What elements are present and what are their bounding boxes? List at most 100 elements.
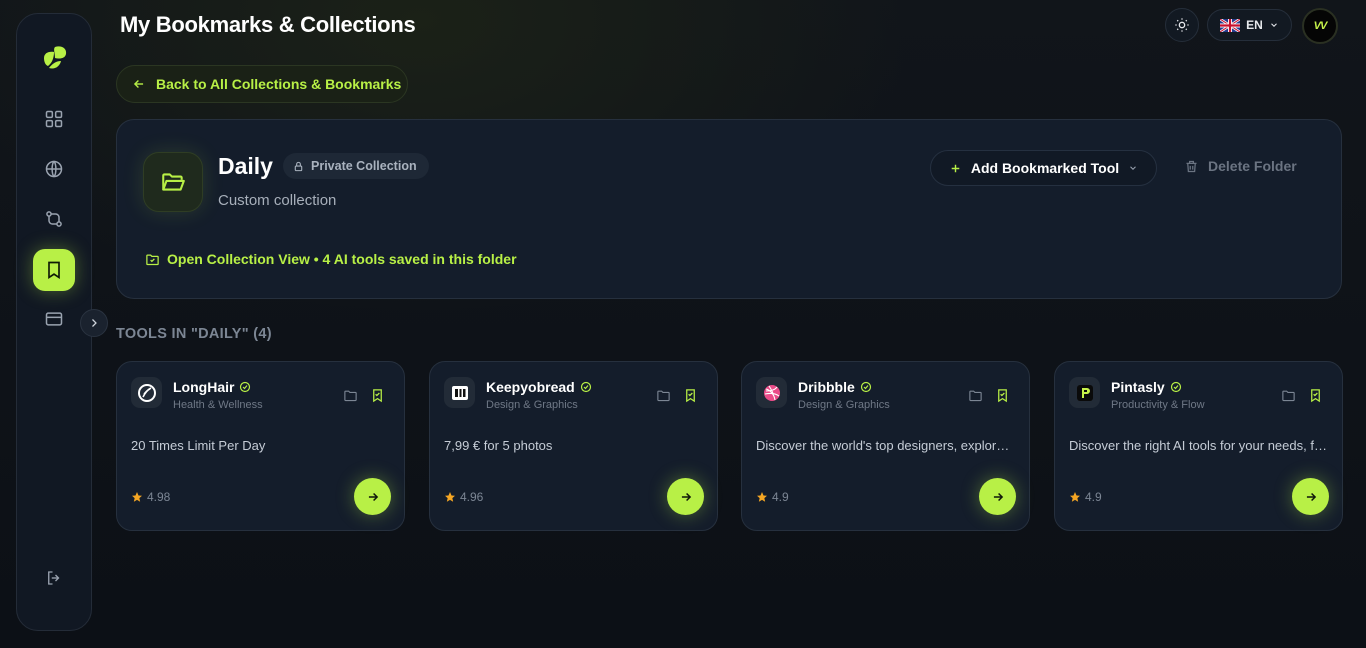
verified-icon — [240, 381, 251, 393]
user-avatar[interactable]: VV — [1302, 8, 1338, 44]
tool-rating: 4.9 — [756, 490, 789, 504]
back-button-label: Back to All Collections & Bookmarks — [156, 76, 402, 92]
tool-name-text: Dribbble — [798, 379, 855, 395]
open-tool-button[interactable] — [354, 478, 391, 515]
tool-category: Productivity & Flow — [1111, 399, 1205, 411]
arrow-right-icon — [993, 492, 1003, 501]
bookmark-check-icon[interactable] — [995, 388, 1010, 403]
delete-folder-button[interactable]: Delete Folder — [1184, 158, 1297, 174]
lock-icon — [294, 161, 303, 171]
longhair-logo-icon — [131, 377, 162, 408]
star-icon — [445, 492, 455, 502]
verified-icon — [580, 381, 591, 393]
tools-section-title: TOOLS IN "DAILY" (4) — [116, 326, 272, 342]
tool-category: Health & Wellness — [173, 399, 263, 411]
language-selector[interactable]: EN — [1207, 9, 1292, 41]
tool-card-dribbble[interactable]: Dribbble Design & Graphics Discover the … — [741, 361, 1030, 531]
collection-panel: Daily Private Collection Custom collecti… — [116, 119, 1342, 299]
move-to-folder-icon[interactable] — [968, 388, 983, 403]
keepyobread-logo-icon — [444, 377, 475, 408]
logout-icon — [48, 571, 60, 585]
git-compare-icon — [46, 211, 62, 227]
tool-description: 20 Times Limit Per Day — [131, 438, 266, 453]
tool-card-longhair[interactable]: LongHair Health & Wellness 20 Times Limi… — [116, 361, 405, 531]
rating-value: 4.96 — [460, 490, 484, 504]
sidebar-item-billing[interactable] — [33, 298, 75, 340]
tool-rating: 4.98 — [131, 490, 170, 504]
tool-description: Discover the right AI tools for your nee… — [1069, 438, 1329, 453]
app-logo-icon[interactable] — [41, 44, 69, 72]
sun-icon — [1175, 18, 1189, 32]
bookmark-check-icon[interactable] — [370, 388, 385, 403]
verified-icon — [860, 381, 871, 393]
sidebar-item-bookmarks[interactable] — [33, 249, 75, 291]
arrow-left-icon — [133, 80, 144, 88]
bookmark-icon — [48, 261, 60, 280]
delete-button-label: Delete Folder — [1208, 158, 1297, 174]
add-button-label: Add Bookmarked Tool — [970, 160, 1120, 176]
tool-description: Discover the world's top designers, expl… — [756, 438, 1016, 453]
open-collection-view-link[interactable]: Open Collection View • 4 AI tools saved … — [145, 251, 517, 267]
bookmark-check-icon[interactable] — [683, 388, 698, 403]
logout-button[interactable] — [33, 557, 75, 599]
folder-check-icon — [146, 254, 159, 265]
star-icon — [757, 492, 767, 502]
star-icon — [1070, 492, 1080, 502]
theme-toggle-button[interactable] — [1165, 8, 1199, 42]
tool-rating: 4.96 — [444, 490, 483, 504]
pintasly-logo-icon — [1069, 377, 1100, 408]
private-collection-badge: Private Collection — [283, 153, 429, 179]
sidebar-expand-button[interactable] — [80, 309, 108, 337]
avatar-initials: VV — [1313, 20, 1328, 32]
page-title: My Bookmarks & Collections — [120, 12, 416, 37]
tool-name: Pintasly — [1111, 379, 1182, 395]
badge-label: Private Collection — [311, 159, 417, 173]
folder-open-icon — [143, 152, 203, 212]
sidebar-item-dashboard[interactable] — [33, 98, 75, 140]
globe-icon — [45, 160, 63, 178]
collection-description: Custom collection — [218, 192, 337, 209]
rating-value: 4.98 — [147, 490, 171, 504]
tool-name: Keepyobread — [486, 379, 592, 395]
tool-name-text: Pintasly — [1111, 379, 1165, 395]
sidebar-item-workflows[interactable] — [33, 198, 75, 240]
plus-icon — [951, 164, 960, 172]
tool-name-text: Keepyobread — [486, 379, 575, 395]
tool-name-text: LongHair — [173, 379, 235, 395]
tool-name: Dribbble — [798, 379, 872, 395]
add-bookmarked-tool-button[interactable]: Add Bookmarked Tool — [930, 150, 1157, 186]
open-tool-button[interactable] — [1292, 478, 1329, 515]
dribbble-logo-icon — [756, 377, 787, 408]
language-label: EN — [1246, 18, 1263, 32]
arrow-right-icon — [681, 492, 691, 501]
chevron-down-icon — [1270, 23, 1277, 27]
tool-category: Design & Graphics — [798, 399, 890, 411]
tool-rating: 4.9 — [1069, 490, 1102, 504]
tool-name: LongHair — [173, 379, 251, 395]
arrow-right-icon — [368, 492, 378, 501]
uk-flag-icon — [1220, 18, 1241, 32]
back-to-collections-button[interactable]: Back to All Collections & Bookmarks — [116, 65, 408, 103]
rating-value: 4.9 — [772, 490, 789, 504]
tool-card-pintasly[interactable]: Pintasly Productivity & Flow Discover th… — [1054, 361, 1343, 531]
tool-card-keepyobread[interactable]: Keepyobread Design & Graphics 7,99 € for… — [429, 361, 718, 531]
open-tool-button[interactable] — [979, 478, 1016, 515]
collection-name: Daily — [218, 153, 273, 179]
tool-description: 7,99 € for 5 photos — [444, 438, 553, 453]
star-icon — [132, 492, 142, 502]
move-to-folder-icon[interactable] — [1281, 388, 1296, 403]
trash-icon — [1186, 160, 1197, 172]
rating-value: 4.9 — [1085, 490, 1102, 504]
credit-card-icon — [45, 312, 63, 326]
open-view-label: Open Collection View • 4 AI tools saved … — [167, 251, 517, 267]
open-tool-button[interactable] — [667, 478, 704, 515]
chevron-down-icon — [1130, 166, 1137, 170]
move-to-folder-icon[interactable] — [343, 388, 358, 403]
grid-icon — [45, 110, 63, 128]
arrow-right-icon — [1306, 492, 1316, 501]
bookmark-check-icon[interactable] — [1308, 388, 1323, 403]
move-to-folder-icon[interactable] — [656, 388, 671, 403]
chevron-right-icon — [92, 319, 97, 327]
tool-category: Design & Graphics — [486, 399, 578, 411]
sidebar-item-explore[interactable] — [33, 148, 75, 190]
